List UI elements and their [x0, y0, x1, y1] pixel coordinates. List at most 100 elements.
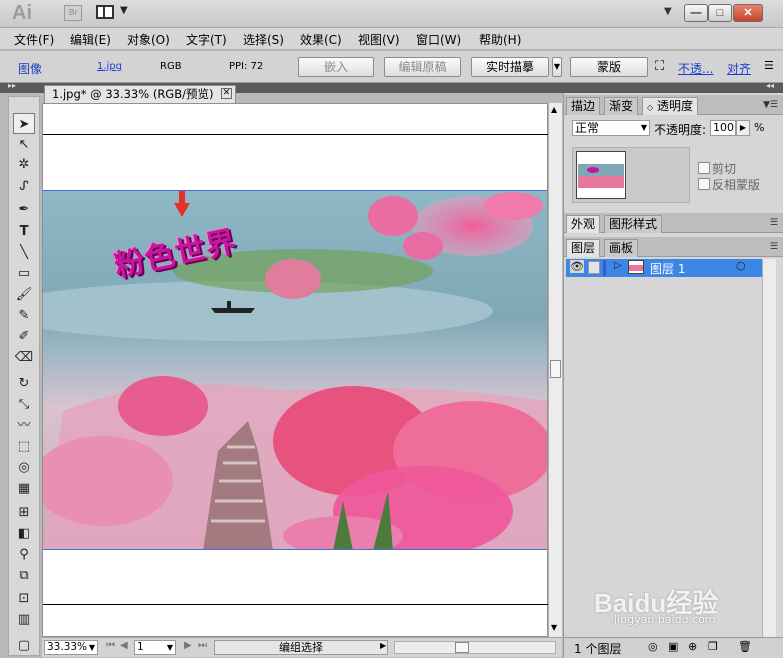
- eraser-tool-icon[interactable]: ⌫: [13, 347, 35, 368]
- tab-transparency[interactable]: ◇ 透明度: [642, 97, 698, 115]
- clip-checkbox[interactable]: [698, 162, 710, 174]
- transform-icon[interactable]: ⛶: [655, 59, 664, 74]
- horizontal-scroll-thumb[interactable]: [455, 642, 469, 653]
- layer-target-icon[interactable]: ○: [736, 259, 746, 272]
- invert-mask-checkbox[interactable]: [698, 178, 710, 190]
- pencil-tool-icon[interactable]: ✎: [13, 305, 35, 326]
- menu-type[interactable]: 文字(T): [186, 31, 227, 48]
- zoom-value: 33.33%: [47, 641, 88, 653]
- workspace-chevron-icon[interactable]: ▼: [664, 6, 672, 17]
- opacity-stepper[interactable]: ▶: [736, 120, 750, 136]
- layer-lock-toggle[interactable]: [588, 261, 600, 274]
- status-text-field[interactable]: 编组选择: [214, 640, 388, 655]
- menu-select[interactable]: 选择(S): [243, 31, 284, 48]
- blend-mode-select[interactable]: 正常 ▼: [572, 120, 650, 136]
- opacity-link[interactable]: 不透...: [678, 60, 713, 77]
- pen-tool-icon[interactable]: ✒: [13, 199, 35, 220]
- appearance-menu-icon[interactable]: ☰: [770, 218, 778, 228]
- selection-tool-icon[interactable]: ➤: [13, 113, 35, 134]
- filename-link[interactable]: 1.jpg: [97, 61, 122, 72]
- direct-selection-tool-icon[interactable]: ↖: [13, 134, 35, 155]
- blob-brush-tool-icon[interactable]: ✐: [13, 326, 35, 347]
- tab-appearance[interactable]: 外观: [566, 215, 601, 233]
- rectangle-tool-icon[interactable]: ▭: [13, 263, 35, 284]
- gradient-tool-icon[interactable]: ◧: [13, 523, 35, 544]
- locate-object-icon[interactable]: ◎: [648, 640, 658, 653]
- layers-scrollbar[interactable]: [762, 259, 776, 637]
- collapse-arrows-icon[interactable]: ▸▸: [8, 81, 16, 90]
- scrollbar-thumb[interactable]: [550, 360, 561, 378]
- embed-button[interactable]: 嵌入: [298, 57, 374, 77]
- close-button[interactable]: ✕: [733, 4, 763, 22]
- menu-window[interactable]: 窗口(W): [416, 31, 461, 48]
- type-tool-icon[interactable]: T: [13, 221, 35, 242]
- zoom-chevron-icon[interactable]: ▼: [89, 641, 95, 654]
- paintbrush-tool-icon[interactable]: 🖌: [13, 284, 35, 305]
- tab-artboards[interactable]: 画板: [604, 239, 639, 257]
- rotate-tool-icon[interactable]: ↻: [13, 373, 35, 394]
- minimize-button[interactable]: —: [684, 4, 708, 22]
- last-artboard-icon[interactable]: ⏭: [198, 640, 207, 651]
- placed-image[interactable]: 粉色世界: [43, 190, 547, 550]
- make-clipping-mask-icon[interactable]: ▣: [668, 640, 678, 653]
- document-tab[interactable]: 1.jpg* @ 33.33% (RGB/预览) ✕: [44, 85, 236, 103]
- scale-tool-icon[interactable]: ⤡: [13, 394, 35, 415]
- arrange-documents-button[interactable]: ▼: [96, 4, 130, 22]
- opacity-input[interactable]: 100: [710, 120, 736, 136]
- delete-layer-icon[interactable]: 🗑: [738, 640, 752, 653]
- tab-layers[interactable]: 图层: [566, 239, 601, 257]
- next-artboard-icon[interactable]: ▶: [184, 640, 192, 651]
- expand-arrows-icon[interactable]: ◂◂: [766, 81, 774, 90]
- blend-tool-icon[interactable]: ⧉: [13, 565, 35, 586]
- first-artboard-icon[interactable]: ⏮: [106, 640, 115, 651]
- close-document-icon[interactable]: ✕: [221, 88, 232, 99]
- prev-artboard-icon[interactable]: ◀: [120, 640, 128, 651]
- artboard-chevron-icon[interactable]: ▼: [167, 641, 173, 654]
- new-layer-icon[interactable]: ❐: [708, 640, 718, 653]
- scroll-down-icon[interactable]: ▼: [551, 623, 557, 632]
- menu-object[interactable]: 对象(O): [127, 31, 170, 48]
- maximize-button[interactable]: □: [708, 4, 732, 22]
- layers-menu-icon[interactable]: ☰: [770, 242, 778, 252]
- shape-builder-tool-icon[interactable]: ◎: [13, 457, 35, 478]
- artboard-tool-icon[interactable]: ▢: [13, 635, 35, 656]
- vertical-scrollbar[interactable]: ▲ ▼: [548, 103, 562, 637]
- menu-effect[interactable]: 效果(C): [300, 31, 342, 48]
- image-thumbnail[interactable]: [576, 151, 626, 199]
- symbol-sprayer-tool-icon[interactable]: ⊡: [13, 588, 35, 609]
- perspective-grid-tool-icon[interactable]: ▦: [13, 478, 35, 499]
- align-link[interactable]: 对齐: [727, 60, 751, 77]
- menu-view[interactable]: 视图(V): [358, 31, 400, 48]
- status-menu-icon[interactable]: ▶: [380, 641, 386, 650]
- document-canvas[interactable]: 粉色世界: [42, 103, 549, 637]
- tab-graphic-styles[interactable]: 图形样式: [604, 215, 663, 233]
- mesh-tool-icon[interactable]: ⊞: [13, 502, 35, 523]
- scroll-up-icon[interactable]: ▲: [551, 105, 557, 114]
- column-graph-tool-icon[interactable]: ▥: [13, 609, 35, 630]
- horizontal-scrollbar[interactable]: [394, 641, 556, 654]
- tab-gradient[interactable]: 渐变: [604, 97, 639, 115]
- menu-help[interactable]: 帮助(H): [479, 31, 521, 48]
- layer-row[interactable]: 👁 ▷ 图层 1 ○: [566, 259, 762, 277]
- edit-original-button[interactable]: 编辑原稿: [384, 57, 461, 77]
- new-sublayer-icon[interactable]: ⊕: [688, 640, 697, 653]
- menu-file[interactable]: 文件(F): [14, 31, 54, 48]
- mask-button[interactable]: 蒙版: [570, 57, 648, 77]
- tab-stroke[interactable]: 描边: [566, 97, 601, 115]
- artboard-number-field[interactable]: 1 ▼: [134, 640, 176, 655]
- layer-visibility-icon[interactable]: 👁: [570, 260, 584, 273]
- line-tool-icon[interactable]: ╲: [13, 242, 35, 263]
- live-trace-button[interactable]: 实时描摹: [471, 57, 549, 77]
- free-transform-tool-icon[interactable]: ⬚: [13, 436, 35, 457]
- control-bar-menu-icon[interactable]: ☰: [764, 59, 774, 72]
- bridge-button[interactable]: Br: [64, 5, 82, 21]
- warp-tool-icon[interactable]: 〰: [13, 415, 35, 436]
- magic-wand-tool-icon[interactable]: ✲: [13, 154, 35, 175]
- layer-expand-icon[interactable]: ▷: [614, 260, 622, 271]
- zoom-field[interactable]: 33.33% ▼: [44, 640, 98, 655]
- panel-menu-icon[interactable]: ▼☰: [763, 100, 778, 110]
- lasso-tool-icon[interactable]: ᔑ: [13, 176, 35, 197]
- trace-options-chevron-icon[interactable]: ▼: [552, 57, 562, 77]
- eyedropper-tool-icon[interactable]: ⚲: [13, 544, 35, 565]
- menu-edit[interactable]: 编辑(E): [70, 31, 111, 48]
